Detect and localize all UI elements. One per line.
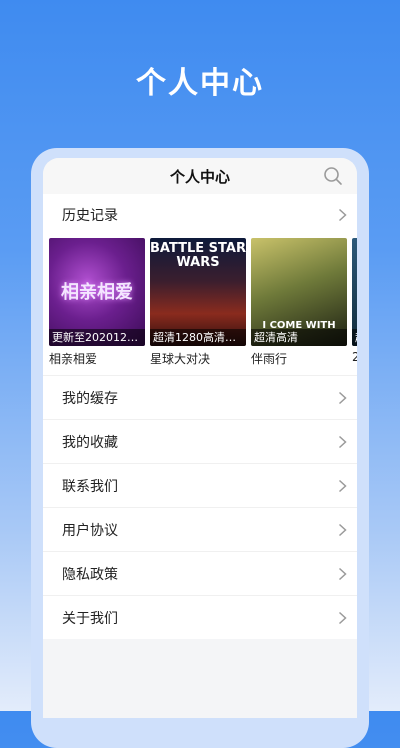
poster-thumbnail: 超 [352,238,357,346]
menu-item-label: 关于我们 [62,610,118,627]
menu-item-cache[interactable]: 我的缓存 [43,376,357,420]
card-name: 星球大对决 [150,352,211,366]
app-screen: 个人中心 历史记录 相亲相爱 更新至202012… 相亲相爱 BATTLE ST… [43,158,357,718]
promo-title: 个人中心 [136,66,264,101]
history-card[interactable]: I COME WITH 超清高清 伴雨行 [251,238,347,367]
episode-badge: 超 [352,329,357,346]
history-label: 历史记录 [62,208,118,224]
history-card[interactable]: 超 2 [352,238,357,367]
episode-badge: 更新至202012… [49,329,145,346]
history-strip: 相亲相爱 更新至202012… 相亲相爱 BATTLE STAR WARS 超清… [43,236,357,376]
menu-item-contact[interactable]: 联系我们 [43,464,357,508]
menu-item-label: 隐私政策 [62,566,118,583]
chevron-right-icon [338,611,347,624]
history-card[interactable]: BATTLE STAR WARS 超清1280高清… 星球大对决 [150,238,246,367]
search-icon[interactable] [323,166,343,186]
poster-thumbnail: 相亲相爱 更新至202012… [49,238,145,346]
chevron-right-icon [338,435,347,448]
poster-title: 相亲相爱 [61,282,133,303]
content: 历史记录 相亲相爱 更新至202012… 相亲相爱 BATTLE STAR WA… [43,194,357,639]
poster-thumbnail: I COME WITH 超清高清 [251,238,347,346]
menu-item-about[interactable]: 关于我们 [43,596,357,639]
episode-badge: 超清1280高清… [150,329,246,346]
chevron-right-icon [338,391,347,404]
menu-item-privacy[interactable]: 隐私政策 [43,552,357,596]
chevron-right-icon [338,523,347,536]
chevron-right-icon [338,479,347,492]
menu-item-label: 用户协议 [62,522,118,539]
menu-item-label: 我的缓存 [62,390,118,407]
card-name: 相亲相爱 [49,352,98,366]
chevron-right-icon [338,567,347,580]
menu-item-label: 联系我们 [62,478,118,495]
page-title: 个人中心 [169,167,230,186]
card-name: 伴雨行 [251,352,288,366]
history-row[interactable]: 历史记录 [43,194,357,236]
menu-item-label: 我的收藏 [62,434,118,451]
episode-badge: 超清高清 [251,329,347,346]
app-header: 个人中心 [43,158,357,194]
chevron-right-icon [338,208,347,222]
menu-item-favorites[interactable]: 我的收藏 [43,420,357,464]
poster-title: BATTLE STAR WARS [150,241,246,270]
card-name: 2 [352,350,357,364]
history-card[interactable]: 相亲相爱 更新至202012… 相亲相爱 [49,238,145,367]
menu-item-user-agreement[interactable]: 用户协议 [43,508,357,552]
poster-thumbnail: BATTLE STAR WARS 超清1280高清… [150,238,246,346]
